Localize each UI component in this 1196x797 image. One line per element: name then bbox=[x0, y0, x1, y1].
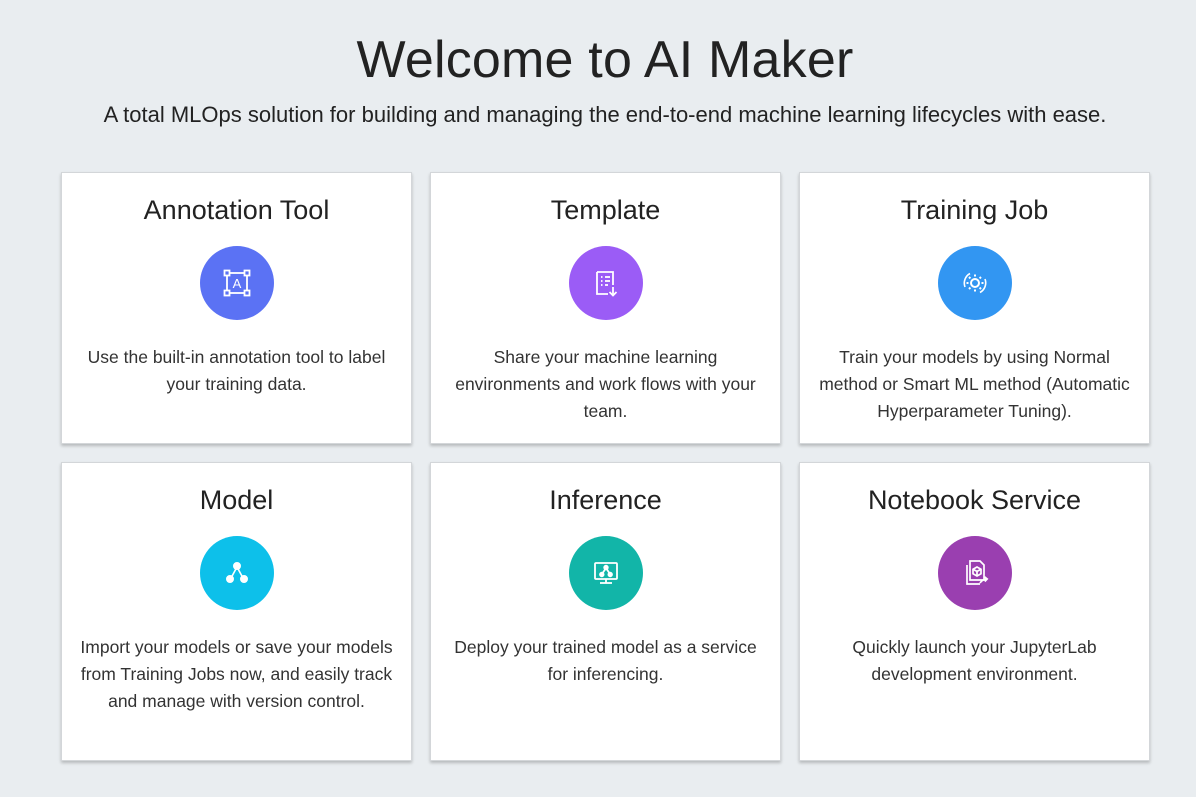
annotation-icon: A bbox=[199, 246, 274, 320]
card-description: Import your models or save your models f… bbox=[80, 637, 393, 711]
card-description: Use the built-in annotation tool to labe… bbox=[87, 347, 386, 394]
inference-icon bbox=[568, 536, 643, 610]
model-icon bbox=[199, 536, 274, 610]
svg-text:A: A bbox=[232, 276, 241, 291]
card-description: Deploy your trained model as a service f… bbox=[454, 637, 757, 684]
card-notebook-service[interactable]: Notebook Service Quickly launch your Jup… bbox=[799, 462, 1150, 761]
page-subtitle: A total MLOps solution for building and … bbox=[103, 102, 1107, 127]
card-inference[interactable]: Inference Deploy your trained model as a… bbox=[430, 462, 781, 761]
card-title: Model bbox=[199, 485, 274, 515]
page-title: Welcome to AI Maker bbox=[356, 31, 854, 89]
card-description: Share your machine learning environments… bbox=[455, 347, 756, 421]
card-description: Train your models by using Normal method… bbox=[819, 347, 1130, 421]
card-training-job[interactable]: Training Job Train your models by using … bbox=[799, 172, 1150, 444]
card-model[interactable]: Model Import your models or save your mo… bbox=[61, 462, 412, 761]
card-annotation-tool[interactable]: Annotation Tool A Use the built-in annot… bbox=[61, 172, 412, 444]
card-description: Quickly launch your JupyterLab developme… bbox=[852, 637, 1097, 684]
card-template[interactable]: Template Share your machine learning env… bbox=[430, 172, 781, 444]
card-title: Template bbox=[550, 195, 661, 225]
notebook-service-icon bbox=[937, 536, 1012, 610]
training-job-icon bbox=[937, 246, 1012, 320]
template-icon bbox=[568, 246, 643, 320]
card-title: Inference bbox=[549, 485, 662, 515]
feature-grid: Annotation Tool A Use the built-in annot… bbox=[61, 172, 1150, 761]
card-title: Notebook Service bbox=[867, 485, 1082, 515]
card-title: Training Job bbox=[900, 195, 1049, 225]
card-title: Annotation Tool bbox=[143, 195, 330, 225]
